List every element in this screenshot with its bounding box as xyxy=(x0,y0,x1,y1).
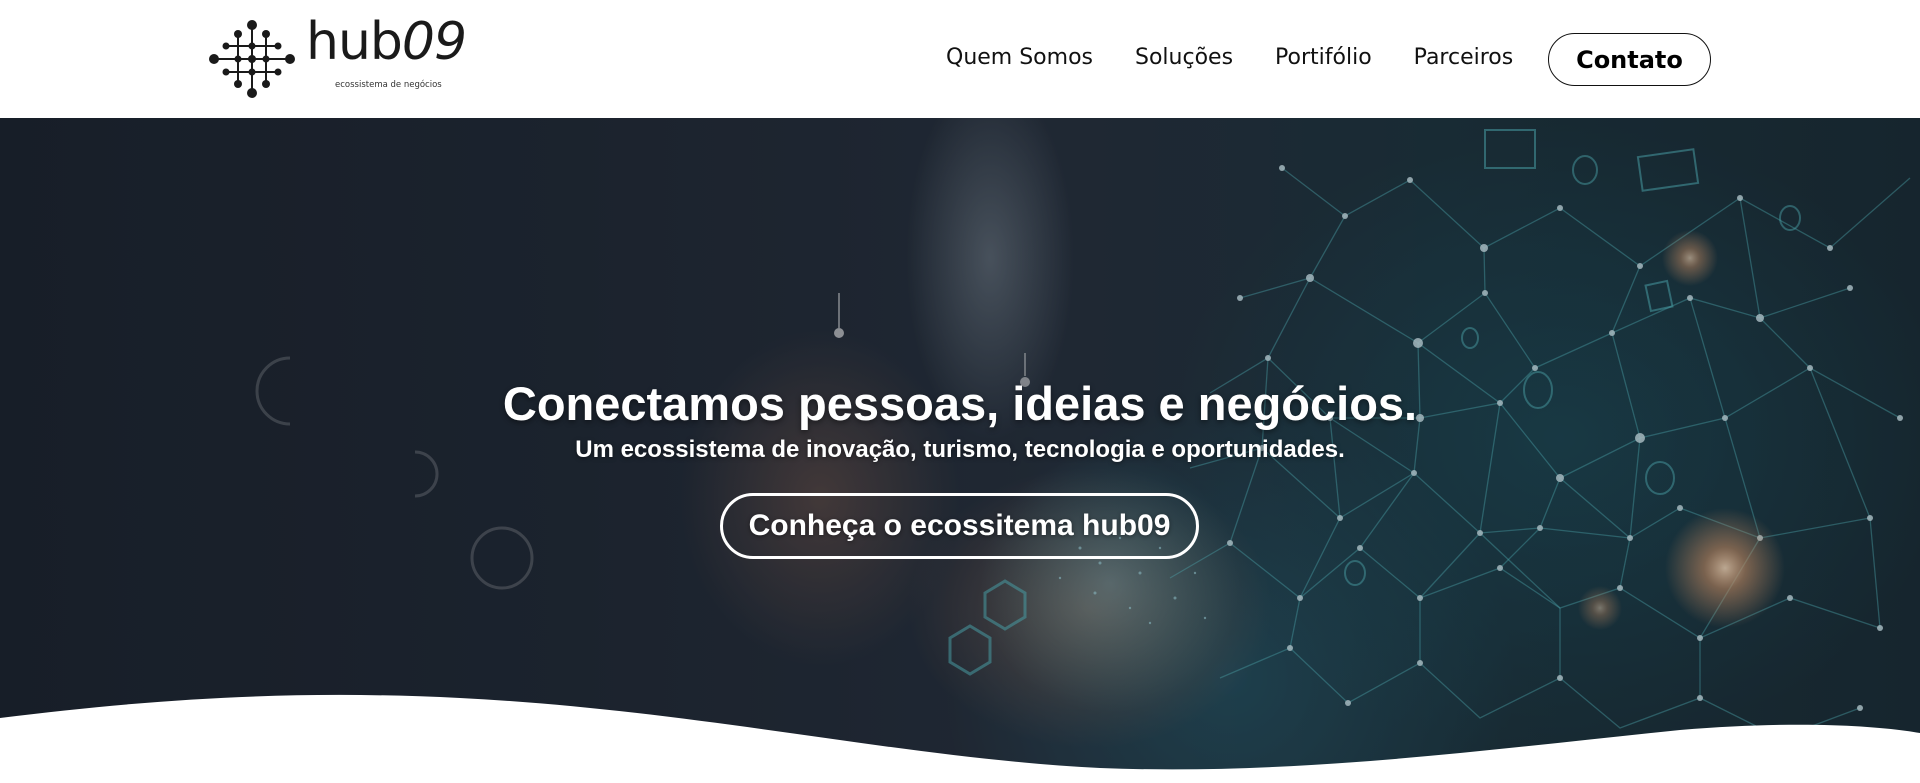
molecule-network-icon xyxy=(209,20,295,98)
nav-link-parceiros[interactable]: Parceiros xyxy=(1414,45,1514,70)
nav-link-solucoes[interactable]: Soluções xyxy=(1135,45,1233,70)
brand-name: hub xyxy=(306,12,403,72)
nav-link-quem-somos[interactable]: Quem Somos xyxy=(946,45,1093,70)
brand-logo[interactable]: hub09 ecossistema de negócios xyxy=(208,16,478,100)
site-header: hub09 ecossistema de negócios Quem Somos… xyxy=(0,0,1920,118)
wave-divider xyxy=(0,694,1920,783)
brand-number: 09 xyxy=(401,12,467,72)
nav-link-portifolio[interactable]: Portifólio xyxy=(1275,45,1372,70)
brand-wordmark: hub09 xyxy=(306,16,467,68)
hero-banner: Conectamos pessoas, ideias e negócios. U… xyxy=(0,118,1920,783)
brand-tagline: ecossistema de negócios xyxy=(335,80,442,90)
main-nav: Quem Somos Soluções Portifólio Parceiros xyxy=(946,45,1513,70)
contact-button[interactable]: Contato xyxy=(1548,33,1711,86)
